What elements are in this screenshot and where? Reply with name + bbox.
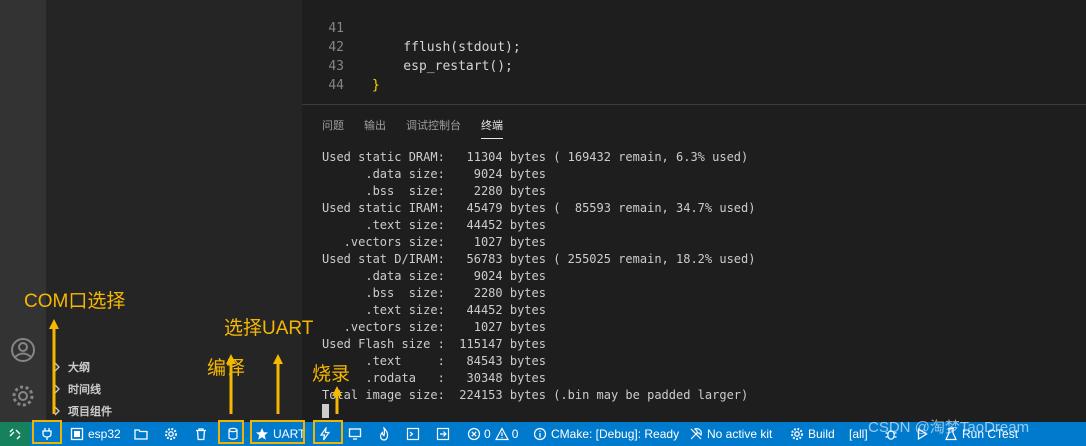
highlight-build <box>218 420 244 444</box>
target-label: esp32 <box>88 427 121 441</box>
arrow-up-icon <box>332 386 342 414</box>
terminal-icon <box>406 427 420 441</box>
annotation-compile: 编译 <box>207 358 246 379</box>
line-number: 44 <box>328 78 344 93</box>
tab-problems[interactable]: 问题 <box>322 117 344 139</box>
build-label: Build <box>808 427 835 441</box>
tab-terminal[interactable]: 终端 <box>481 117 503 139</box>
fullclean-button[interactable] <box>194 422 208 446</box>
export-button[interactable] <box>436 422 450 446</box>
terminal-line: .bss size: 2280 bytes <box>322 286 546 300</box>
remote-button[interactable] <box>0 422 30 446</box>
build-target-button[interactable]: [all] <box>849 422 868 446</box>
account-icon[interactable] <box>9 336 37 364</box>
terminal-button[interactable] <box>406 422 420 446</box>
active-kit-label: No active kit <box>707 427 773 441</box>
gear-icon[interactable] <box>9 382 37 410</box>
tab-debug-console[interactable]: 调试控制台 <box>406 117 461 139</box>
code-editor[interactable]: 41 fflush(stdout); 42 esp_restart(); 43 … <box>302 0 1086 104</box>
terminal-line: Used static DRAM: 11304 bytes ( 169432 r… <box>322 150 749 164</box>
monitor-icon <box>348 428 362 440</box>
terminal-line: Used stat D/IRAM: 56783 bytes ( 255025 r… <box>322 252 756 266</box>
cmake-status-label: CMake: [Debug]: Ready <box>551 427 680 441</box>
annotation-uart: 选择UART <box>224 318 314 339</box>
warning-count: 0 <box>511 427 519 441</box>
terminal-line: Used static IRAM: 45479 bytes ( 85593 re… <box>322 201 756 215</box>
sidebar-section-label: 大纲 <box>68 362 90 374</box>
menuconfig-button[interactable] <box>164 422 178 446</box>
sidebar-section-timeline[interactable]: 时间线 <box>46 378 302 400</box>
tab-output[interactable]: 输出 <box>364 117 386 139</box>
terminal-line: .vectors size: 1027 bytes <box>322 320 546 334</box>
terminal-line: .data size: 9024 bytes <box>322 167 546 181</box>
code-line: 41 fflush(stdout); <box>302 0 520 55</box>
chip-icon <box>70 427 84 441</box>
terminal-line: .text size: 44452 bytes <box>322 303 546 317</box>
folder-icon <box>134 429 148 440</box>
panel-tabs: 问题 输出 调试控制台 终端 <box>302 117 503 139</box>
cmake-status-button[interactable]: CMake: [Debug]: Ready <box>533 422 679 446</box>
info-icon <box>533 427 547 441</box>
terminal-cursor <box>322 404 329 418</box>
terminal-line: .text : 84543 bytes <box>322 354 546 368</box>
bottom-panel: 问题 输出 调试控制台 终端 Used static DRAM: 11304 b… <box>302 104 1086 423</box>
arrow-up-icon <box>273 354 283 414</box>
terminal-line: Total image size: 224153 bytes (.bin may… <box>322 388 749 402</box>
code-text: fflush(stdout); <box>372 40 521 55</box>
warning-icon <box>494 427 509 441</box>
terminal-output[interactable]: Used static DRAM: 11304 bytes ( 169432 r… <box>322 149 755 404</box>
cmake-build-button[interactable]: Build <box>790 422 835 446</box>
build-target-label: [all] <box>849 427 868 441</box>
highlight-flash <box>313 420 343 444</box>
annotation-com-port: COM口选择 <box>24 291 126 312</box>
terminal-line: .data size: 9024 bytes <box>322 269 546 283</box>
target-button[interactable]: esp32 <box>70 422 121 446</box>
problems-button[interactable]: 0 0 <box>467 422 518 446</box>
activity-bar <box>0 0 46 422</box>
code-line: 44 <box>302 57 344 93</box>
sidebar-section-outline[interactable]: 大纲 <box>46 356 302 378</box>
sidebar-section-label: 项目组件 <box>68 406 112 418</box>
code-line: 42 esp_restart(); <box>302 19 513 74</box>
sidebar-section-components[interactable]: 项目组件 <box>46 400 302 422</box>
terminal-line: .bss size: 2280 bytes <box>322 184 546 198</box>
code-text: } <box>372 78 380 93</box>
annotation-flash: 烧录 <box>312 364 351 385</box>
sidebar-section-label: 时间线 <box>68 384 101 396</box>
trash-icon <box>196 428 206 441</box>
sidebar-sections: 大纲 时间线 项目组件 <box>46 356 302 422</box>
sign-in-icon <box>436 427 450 441</box>
gear-icon <box>791 428 803 440</box>
gear-icon <box>165 428 177 440</box>
terminal-line: Used Flash size : 115147 bytes <box>322 337 546 351</box>
arrow-up-icon <box>49 319 59 414</box>
code-line: 43 } <box>302 38 379 93</box>
highlight-com-port <box>32 420 62 444</box>
highlight-uart <box>250 420 305 444</box>
active-kit-button[interactable]: No active kit <box>689 422 772 446</box>
build-flash-monitor-button[interactable] <box>377 422 391 446</box>
terminal-line: .rodata : 30348 bytes <box>322 371 546 385</box>
sdk-config-button[interactable] <box>134 422 148 446</box>
terminal-line: .text size: 44452 bytes <box>322 218 546 232</box>
remote-icon <box>9 428 21 440</box>
tools-icon <box>690 428 702 440</box>
terminal-line: .vectors size: 1027 bytes <box>322 235 546 249</box>
watermark: CSDN @淘梦TaoDream <box>868 419 1030 436</box>
error-icon <box>467 427 481 441</box>
code-text: esp_restart(); <box>372 59 513 74</box>
monitor-button[interactable] <box>348 422 362 446</box>
error-count: 0 <box>484 427 491 441</box>
flame-icon <box>379 427 389 441</box>
